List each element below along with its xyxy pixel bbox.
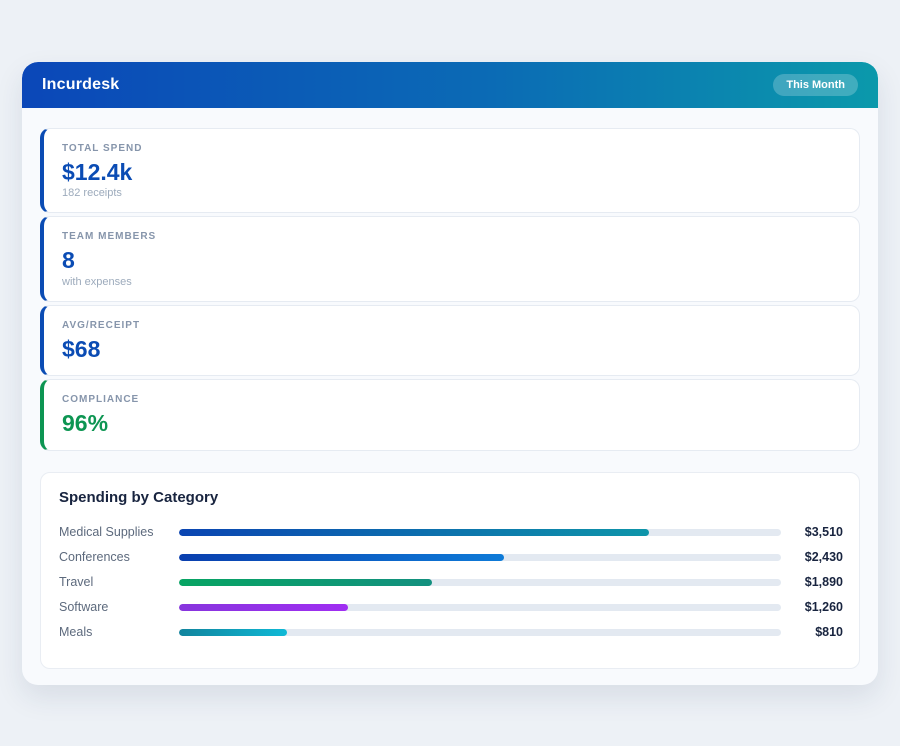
dashboard-card: Incurdesk This Month TOTAL SPEND $12.4k … [22, 62, 878, 685]
category-value: $1,890 [781, 575, 843, 589]
stat-value: $12.4k [62, 159, 841, 185]
bar-track [179, 529, 781, 536]
category-label: Software [59, 600, 179, 614]
category-label: Medical Supplies [59, 525, 179, 539]
dashboard-content: TOTAL SPEND $12.4k 182 receipts TEAM MEM… [22, 108, 878, 685]
category-row-software: Software $1,260 [59, 595, 843, 620]
category-row-conferences: Conferences $2,430 [59, 545, 843, 570]
stat-subtext: with expenses [62, 276, 841, 288]
stat-card-total-spend: TOTAL SPEND $12.4k 182 receipts [40, 128, 860, 213]
bar-fill [179, 629, 287, 636]
bar-fill [179, 529, 649, 536]
bar-fill [179, 604, 348, 611]
bar-fill [179, 554, 504, 561]
stat-value: $68 [62, 336, 841, 362]
stat-label: TEAM MEMBERS [62, 231, 841, 242]
stat-card-avg-receipt: AVG/RECEIPT $68 [40, 305, 860, 376]
category-row-medical-supplies: Medical Supplies $3,510 [59, 520, 843, 545]
category-value: $2,430 [781, 550, 843, 564]
app-header: Incurdesk This Month [22, 62, 878, 108]
stat-value: 8 [62, 247, 841, 273]
category-label: Travel [59, 575, 179, 589]
stat-value: 96% [62, 410, 841, 436]
stat-label: AVG/RECEIPT [62, 320, 841, 331]
category-label: Conferences [59, 550, 179, 564]
stat-label: TOTAL SPEND [62, 143, 841, 154]
category-value: $3,510 [781, 525, 843, 539]
category-row-meals: Meals $810 [59, 620, 843, 645]
spending-by-category-panel: Spending by Category Medical Supplies $3… [40, 472, 860, 669]
panel-title: Spending by Category [59, 489, 843, 506]
category-value: $1,260 [781, 600, 843, 614]
bar-track [179, 579, 781, 586]
bar-track [179, 604, 781, 611]
stat-card-compliance: COMPLIANCE 96% [40, 379, 860, 450]
period-badge[interactable]: This Month [773, 74, 858, 96]
category-label: Meals [59, 625, 179, 639]
bar-track [179, 554, 781, 561]
app-title: Incurdesk [42, 76, 119, 94]
bar-track [179, 629, 781, 636]
stat-card-team-members: TEAM MEMBERS 8 with expenses [40, 216, 860, 301]
category-value: $810 [781, 625, 843, 639]
category-row-travel: Travel $1,890 [59, 570, 843, 595]
stat-label: COMPLIANCE [62, 394, 841, 405]
stat-subtext: 182 receipts [62, 187, 841, 199]
bar-fill [179, 579, 432, 586]
